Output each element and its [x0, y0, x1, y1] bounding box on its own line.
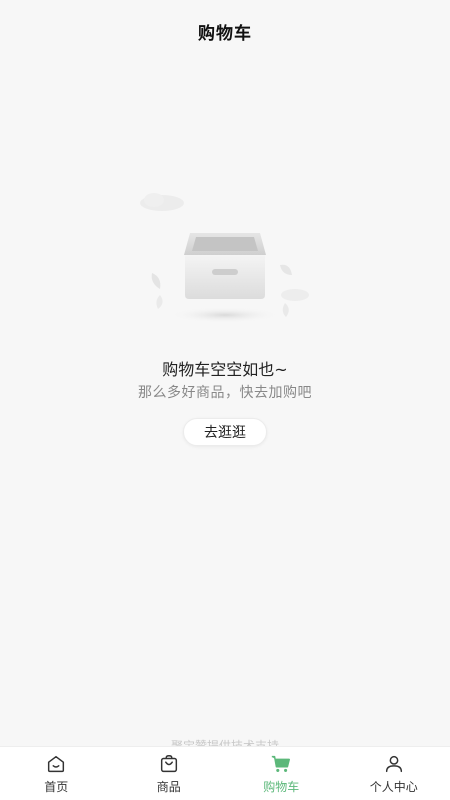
tab-products[interactable]: 商品 — [113, 747, 226, 800]
bottom-tab-bar: 首页 商品 购物车 个人中心 — [0, 746, 450, 800]
page-title: 购物车 — [198, 23, 252, 44]
tab-products-label: 商品 — [156, 780, 181, 794]
tab-cart[interactable]: 购物车 — [225, 747, 338, 800]
cart-page: 购物车 购物车空空如也~ 那么多好商品，快去加购吧 去逛逛 聚宝赞提供技术支持 … — [0, 0, 450, 800]
tab-profile-label: 个人中心 — [369, 780, 418, 794]
tab-profile[interactable]: 个人中心 — [338, 747, 450, 800]
page-header: 购物车 — [0, 0, 450, 62]
user-icon — [385, 755, 402, 773]
empty-cart-title: 购物车空空如也~ — [162, 360, 288, 379]
tab-cart-label: 购物车 — [263, 780, 300, 794]
empty-box-illustration — [140, 193, 309, 323]
tab-home[interactable]: 首页 — [0, 747, 113, 800]
tab-home-label: 首页 — [44, 780, 69, 794]
home-icon — [48, 755, 65, 773]
empty-cart-subtitle: 那么多好商品，快去加购吧 — [138, 385, 312, 401]
browse-button[interactable]: 去逛逛 — [183, 418, 267, 446]
cart-icon — [272, 755, 291, 772]
shopping-bag-icon — [160, 755, 177, 773]
